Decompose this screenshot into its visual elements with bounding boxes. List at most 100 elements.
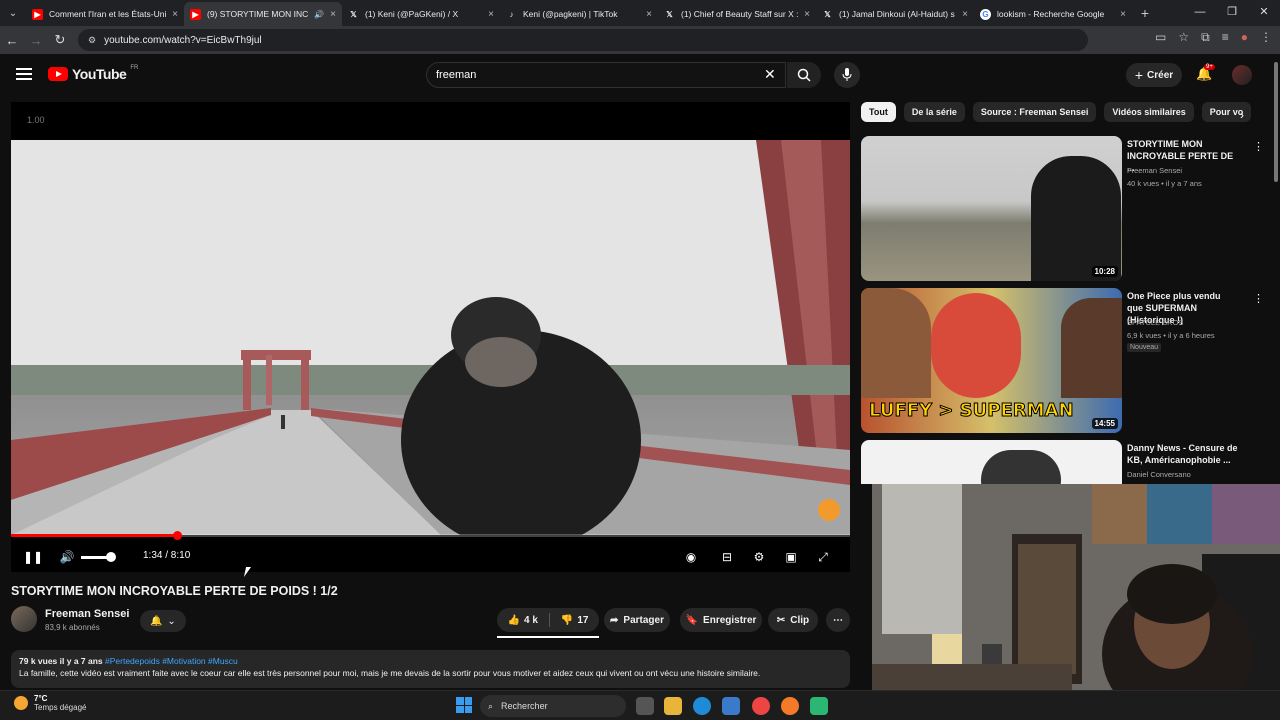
more-vert-icon[interactable]: ⋮	[1253, 444, 1256, 457]
subtitles-icon[interactable]: ⊟	[717, 548, 737, 566]
chevron-right-icon[interactable]: ›	[1240, 108, 1244, 122]
close-icon[interactable]: ×	[804, 9, 810, 20]
video-thumbnail[interactable]: 10:28	[861, 136, 1122, 281]
video-scene	[11, 140, 850, 535]
back-icon[interactable]: ←	[0, 33, 24, 48]
edge-icon[interactable]	[693, 697, 711, 715]
extensions-icon[interactable]: ⧉	[1201, 30, 1210, 45]
close-icon[interactable]: ×	[646, 9, 652, 20]
recommendation-item[interactable]: LUFFY > SUPERMAN 14:55 One Piece plus ve…	[861, 288, 1264, 433]
video-thumbnail[interactable]	[861, 440, 1122, 484]
browser-tab[interactable]: G lookism - Recherche Google ×	[974, 2, 1132, 26]
rec-channel: SPATULE BROS	[1127, 318, 1184, 327]
hashtags[interactable]: #Pertedepoids #Motivation #Muscu	[105, 656, 238, 666]
close-icon[interactable]: ×	[962, 9, 968, 20]
chip-source[interactable]: Source : Freeman Sensei	[972, 102, 1097, 122]
recommendation-item[interactable]: 10:28 STORYTIME MON INCROYABLE PERTE DE …	[861, 136, 1264, 281]
miniplayer-icon[interactable]: ▣	[781, 548, 801, 566]
maximize-icon[interactable]: ❐	[1216, 0, 1248, 26]
create-button[interactable]: + Créer	[1126, 63, 1182, 87]
menu-dots-icon[interactable]: ⋮	[1260, 30, 1272, 45]
search-input[interactable]: freeman	[426, 62, 786, 88]
store-icon[interactable]	[722, 697, 740, 715]
settings-gear-icon[interactable]: ⚙	[749, 548, 769, 566]
close-icon[interactable]: ×	[172, 9, 178, 20]
browser-tab[interactable]: ♪ Keni (@pagkeni) | TikTok ×	[500, 2, 658, 26]
cast-icon[interactable]: ▭	[1155, 30, 1166, 45]
progress-bar[interactable]	[11, 531, 850, 540]
autoplay-toggle-icon[interactable]: ◉	[681, 548, 701, 566]
speaker-icon[interactable]: 🔊	[314, 10, 324, 19]
search-button[interactable]	[787, 62, 821, 88]
hamburger-menu-icon[interactable]	[16, 68, 32, 80]
tab-list-icon[interactable]: ⌄	[0, 0, 26, 26]
browser-tab[interactable]: ▶ Comment l'Iran et les États-Uni ×	[26, 2, 184, 26]
close-icon[interactable]: ×	[1120, 9, 1126, 20]
media-icon[interactable]: ≡	[1222, 30, 1229, 45]
volume-slider-handle[interactable]	[106, 552, 116, 562]
pause-icon[interactable]: ❚❚	[23, 548, 43, 566]
progress-played	[11, 534, 178, 537]
site-info-icon[interactable]: ⚙	[88, 35, 96, 46]
browser-tab-active[interactable]: ▶ (9) STORYTIME MON INCR 🔊 ×	[184, 2, 342, 26]
clear-search-icon[interactable]: ✕	[764, 66, 776, 83]
chip-series[interactable]: De la série	[903, 102, 965, 122]
voice-search-button[interactable]	[834, 62, 860, 88]
player-controls: ❚❚ 🔊 1:34 / 8:10 ◉ ⊟ ⚙ ▣ ⤢	[11, 542, 850, 572]
google-icon: G	[980, 8, 991, 20]
minimize-icon[interactable]: —	[1184, 0, 1216, 26]
more-vert-icon[interactable]: ⋮	[1253, 140, 1264, 153]
subscription-bell-button[interactable]: 🔔 ⌄	[140, 610, 186, 632]
weather-widget[interactable]: 7°C Temps dégagé	[14, 694, 86, 712]
new-tab-icon[interactable]: +	[1132, 5, 1158, 21]
profile-icon[interactable]: ●	[1241, 30, 1248, 45]
description-box[interactable]: 79 k vues il y a 7 ans #Pertedepoids #Mo…	[11, 650, 850, 688]
progress-scrubber-handle[interactable]	[173, 531, 183, 540]
file-explorer-icon[interactable]	[664, 697, 682, 715]
taskbar-search[interactable]: ⌕ Rechercher	[480, 695, 626, 717]
channel-avatar[interactable]	[11, 606, 37, 632]
share-button[interactable]: ➦ Partager	[604, 608, 670, 632]
duration-badge: 14:55	[1091, 418, 1118, 429]
channel-name[interactable]: Freeman Sensei	[45, 608, 129, 620]
volume-icon[interactable]: 🔊	[57, 548, 77, 566]
clip-button[interactable]: ✂ Clip	[768, 608, 818, 632]
firefox-icon[interactable]	[781, 697, 799, 715]
recommendation-item[interactable]: Danny News - Censure de KB, Américanopho…	[861, 440, 1256, 484]
reload-icon[interactable]: ↻	[48, 32, 72, 48]
fullscreen-icon[interactable]: ⤢	[813, 548, 833, 566]
bookmark-star-icon[interactable]: ☆	[1178, 30, 1189, 45]
like-button[interactable]: 👍 4 k	[508, 615, 538, 626]
thumbnail-luffy	[931, 293, 1021, 398]
browser-tab[interactable]: 𝕏 (1) Chief of Beauty Staff sur X : ×	[658, 2, 816, 26]
url-field[interactable]: ⚙ youtube.com/watch?v=EicBwTh9jul	[78, 29, 1088, 51]
browser-tab[interactable]: 𝕏 (1) Jamal Dinkoui (Al-Haidut) s ×	[816, 2, 974, 26]
dislike-button[interactable]: 👎 17	[561, 615, 589, 626]
webcam-overlay	[872, 484, 1280, 694]
close-window-icon[interactable]: ✕	[1248, 0, 1280, 26]
chip-similar[interactable]: Vidéos similaires	[1104, 102, 1194, 122]
chip-all[interactable]: Tout	[861, 102, 896, 122]
video-player[interactable]: 1.00 ❚❚ 🔊 1:34 / 8:10 ◉ ⊟ ⚙ ▣ ⤢	[11, 102, 850, 572]
browser-tab[interactable]: 𝕏 (1) Keni (@PaGKeni) / X ×	[342, 2, 500, 26]
task-view-icon[interactable]	[636, 697, 654, 715]
app-icon[interactable]	[810, 697, 828, 715]
tiktok-icon: ♪	[509, 9, 514, 19]
address-bar-row: ← → ↻ ⚙ youtube.com/watch?v=EicBwTh9jul …	[0, 26, 1280, 54]
video-frame[interactable]	[11, 140, 850, 535]
chrome-icon[interactable]	[752, 697, 770, 715]
plus-icon: +	[1134, 67, 1144, 83]
youtube-logo[interactable]: YouTube FR	[48, 65, 138, 82]
page-scrollbar[interactable]	[1274, 62, 1278, 182]
close-icon[interactable]: ×	[488, 9, 494, 20]
forward-icon[interactable]: →	[24, 33, 48, 48]
windows-start-icon[interactable]	[456, 697, 472, 713]
video-thumbnail[interactable]: LUFFY > SUPERMAN 14:55	[861, 288, 1122, 433]
account-avatar[interactable]	[1232, 65, 1252, 85]
more-vert-icon[interactable]: ⋮	[1253, 292, 1264, 305]
new-badge: Nouveau	[1127, 343, 1162, 352]
more-actions-button[interactable]: ⋯	[826, 608, 850, 632]
filter-chips: Tout De la série Source : Freeman Sensei…	[861, 102, 1256, 122]
save-button[interactable]: 🔖 Enregistrer	[680, 608, 762, 632]
close-icon[interactable]: ×	[330, 9, 336, 20]
